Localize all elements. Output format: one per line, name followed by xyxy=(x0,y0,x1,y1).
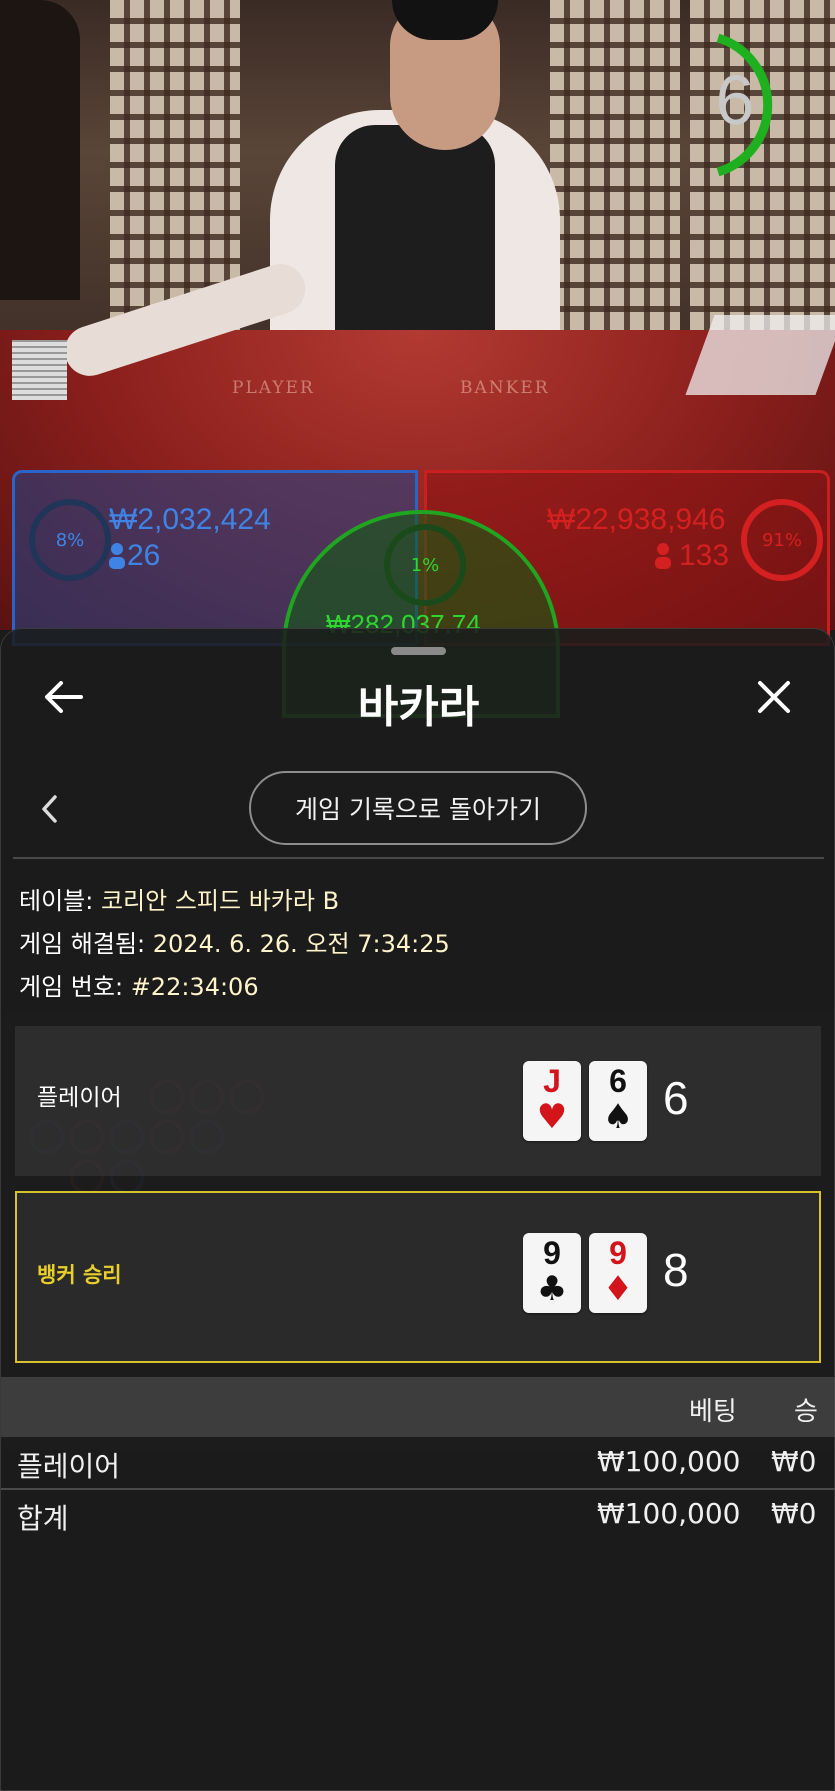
card-rank: J xyxy=(543,1063,561,1099)
card-rank: 9 xyxy=(609,1235,627,1271)
player-percent: 8% xyxy=(29,499,111,581)
bet-column-header: 베팅 xyxy=(689,1397,737,1427)
bet-row-amount: ₩100,000 xyxy=(597,1445,741,1478)
player-users: 26 xyxy=(127,539,161,572)
total-row-name: 합계 xyxy=(17,1502,69,1535)
total-row-win: ₩0 xyxy=(771,1497,817,1530)
win-column-header: 승 xyxy=(794,1397,818,1427)
tie-percent: 1% xyxy=(384,524,466,606)
table-label-banker: BANKER xyxy=(460,378,550,398)
player-amount: ₩2,032,424 xyxy=(109,503,271,536)
info-table-value: 코리안 스피드 바카라 B xyxy=(100,887,340,915)
card-stack xyxy=(12,340,67,400)
banker-amount: ₩22,938,946 xyxy=(547,503,726,536)
info-game-number: 게임 번호: #22:34:06 xyxy=(19,967,259,1002)
player-score: 6 xyxy=(663,1072,689,1124)
player-hand-row: 플레이어 J ♥ 6 ♠ 6 xyxy=(15,1026,821,1176)
card-rank: 6 xyxy=(609,1063,627,1099)
countdown-timer: 6 xyxy=(715,61,755,139)
user-icon xyxy=(109,543,125,569)
spade-icon: ♠ xyxy=(602,1097,634,1137)
decor-screen xyxy=(550,0,680,330)
hostess-figure xyxy=(0,0,80,300)
divider xyxy=(13,857,824,859)
club-icon: ♣ xyxy=(536,1269,568,1309)
total-row-amount: ₩100,000 xyxy=(597,1497,741,1530)
player-card-1: J ♥ xyxy=(523,1061,581,1141)
info-number-label: 게임 번호: xyxy=(19,973,124,1001)
info-table-label: 테이블: xyxy=(19,887,94,915)
decor-screen xyxy=(110,0,240,330)
banker-score: 8 xyxy=(663,1244,689,1296)
close-icon[interactable] xyxy=(744,667,804,727)
bet-row-win: ₩0 xyxy=(771,1445,817,1478)
banker-users: 133 xyxy=(679,539,730,572)
bets-table-header: 베팅 승 xyxy=(1,1377,835,1437)
banker-card-2: 9 ♦ xyxy=(589,1233,647,1313)
info-table: 테이블: 코리안 스피드 바카라 B xyxy=(19,881,339,916)
sheet-title: 바카라 xyxy=(357,682,480,733)
info-resolved-label: 게임 해결됨: xyxy=(19,930,146,958)
table-label-player: PLAYER xyxy=(232,378,315,398)
diamond-icon: ♦ xyxy=(602,1269,634,1309)
banker-card-1: 9 ♣ xyxy=(523,1233,581,1313)
info-resolved-value: 2024. 6. 26. 오전 7:34:25 xyxy=(152,930,450,958)
user-icon xyxy=(655,543,671,569)
card-rank: 9 xyxy=(543,1235,561,1271)
sheet-drag-handle[interactable] xyxy=(391,647,446,655)
chevron-left-icon[interactable] xyxy=(29,784,69,834)
player-hand-label: 플레이어 xyxy=(37,1085,122,1111)
info-resolved: 게임 해결됨: 2024. 6. 26. 오전 7:34:25 xyxy=(19,924,450,959)
heart-icon: ♥ xyxy=(536,1097,568,1137)
banker-hand-row: 뱅커 승리 9 ♣ 9 ♦ 8 xyxy=(15,1191,821,1363)
dealer-vest xyxy=(335,125,495,355)
info-number-value: #22:34:06 xyxy=(130,973,259,1001)
divider xyxy=(1,1488,835,1490)
bet-row-name: 플레이어 xyxy=(17,1450,121,1483)
banker-win-label: 뱅커 승리 xyxy=(37,1263,122,1287)
banker-percent: 91% xyxy=(741,499,823,581)
back-to-history-button[interactable]: 게임 기록으로 돌아가기 xyxy=(249,771,587,845)
player-card-2: 6 ♠ xyxy=(589,1061,647,1141)
game-history-sheet: 바카라 게임 기록으로 돌아가기 테이블: 코리안 스피드 바카라 B 게임 해… xyxy=(0,628,835,1791)
